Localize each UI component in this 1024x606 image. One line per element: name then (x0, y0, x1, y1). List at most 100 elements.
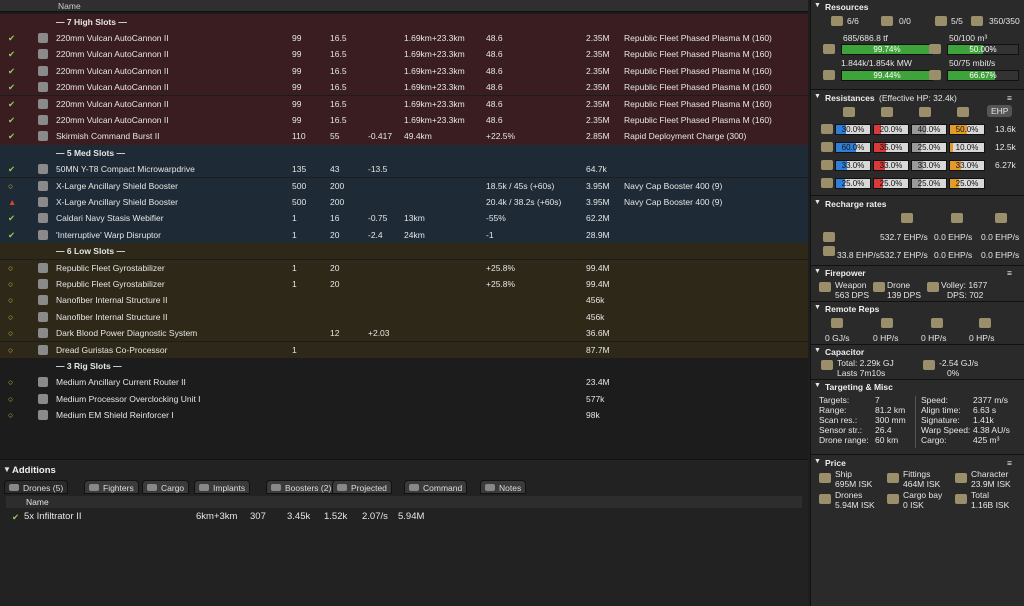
module-row[interactable]: ○ Medium EM Shield Reinforcer I 98k (0, 407, 808, 424)
module-row[interactable]: ○ Nanofiber Internal Structure II 456k (0, 292, 808, 309)
remote-shield: 0 HP/s (873, 333, 899, 343)
thermal-damage-icon (881, 107, 893, 117)
module-row[interactable]: ✔ 220mm Vulcan AutoCannon II 99 16.5 1.69km+… (0, 46, 808, 63)
module-row[interactable]: ▲ X-Large Ancillary Shield Booster 500 200 2… (0, 193, 808, 211)
module-state-icon[interactable]: ○ (8, 377, 13, 387)
module-row[interactable]: ○ Dread Guristas Co-Processor 1 87.7M (0, 341, 808, 358)
module-state-icon[interactable]: ✔ (8, 82, 15, 93)
ehp-toggle-button[interactable]: EHP (987, 105, 1013, 117)
module-state-icon[interactable]: ○ (8, 279, 13, 289)
module-state-icon[interactable]: ○ (8, 345, 13, 355)
resistances-title[interactable]: Resistances (825, 93, 875, 103)
collapse-icon[interactable]: ▼ (814, 199, 821, 206)
collapse-icon[interactable]: ▼ (814, 268, 821, 275)
module-state-icon[interactable]: ✔ (8, 164, 15, 175)
additions-tab[interactable]: Command (404, 480, 468, 494)
module-row[interactable]: ○ X-Large Ancillary Shield Booster 500 200 1… (0, 177, 808, 194)
module-state-icon[interactable]: ✔ (8, 131, 15, 142)
collapse-icon[interactable]: ▼ (814, 382, 821, 389)
passive-icon (823, 232, 835, 242)
active-armor: 0.0 EHP/s (934, 250, 973, 260)
module-row[interactable]: ○ Dark Blood Power Diagnostic System 12 +2.… (0, 325, 808, 342)
collapse-icon[interactable]: ▼ (814, 2, 821, 9)
price-total-label: Total (971, 490, 989, 500)
module-stat: 20 (330, 262, 340, 273)
additions-tab[interactable]: Cargo (142, 480, 190, 494)
capacitor-title[interactable]: Capacitor (825, 347, 864, 357)
module-state-icon[interactable]: ○ (8, 295, 13, 305)
additions-tab[interactable]: Notes (480, 480, 527, 494)
module-row[interactable]: ✔ Caldari Navy Stasis Webifier 1 16 -0.75 13k… (0, 210, 808, 227)
module-row[interactable]: ✔ 220mm Vulcan AutoCannon II 99 16.5 1.69km+… (0, 95, 808, 112)
module-row[interactable]: ○ Republic Fleet Gyrostabilizer 1 20 +25.8% 9… (0, 275, 808, 293)
drone-row[interactable]: ✔ 5x Infiltrator II 6km+3km 307 3.45k 1.… (6, 510, 802, 524)
additions-tab[interactable]: Boosters (2) (266, 480, 337, 494)
cap-delta: -2.54 GJ/s (939, 358, 979, 368)
drone-bw-text: 50/100 m³ (949, 33, 988, 43)
module-row[interactable]: ✔ 220mm Vulcan AutoCannon II 99 16.5 1.69km+… (0, 29, 808, 47)
name-column-header[interactable]: Name (58, 1, 81, 11)
module-row[interactable]: ✔ Skirmish Command Burst II 110 55 -0.417 49.… (0, 128, 808, 145)
module-state-icon[interactable]: ✔ (8, 230, 15, 241)
collapse-icon[interactable]: ▼ (814, 93, 821, 100)
additions-tab[interactable]: Implants (194, 480, 251, 494)
active-check-icon[interactable]: ✔ (12, 512, 19, 523)
module-state-icon[interactable]: ✔ (8, 213, 15, 224)
module-stat: 99 (292, 98, 302, 109)
module-state-icon[interactable]: ▲ (8, 197, 16, 207)
slot-table-header[interactable]: Name (0, 0, 808, 12)
menu-icon[interactable]: ≡ (1007, 458, 1012, 468)
module-row[interactable]: ✔ 220mm Vulcan AutoCannon II 99 16.5 1.69km+… (0, 111, 808, 129)
recharge-title[interactable]: Recharge rates (825, 199, 886, 209)
module-state-icon[interactable]: ✔ (8, 115, 15, 126)
module-row[interactable]: ○ Republic Fleet Gyrostabilizer 1 20 +25.8% 9… (0, 259, 808, 276)
menu-icon[interactable]: ≡ (1007, 93, 1012, 103)
additions-tab[interactable]: Projected (332, 480, 392, 494)
armor-rep-icon (951, 213, 963, 223)
stat-label: Align time: (921, 405, 961, 415)
additions-tab[interactable]: Fighters (84, 480, 139, 494)
price-title[interactable]: Price (825, 458, 846, 468)
module-state-icon[interactable]: ✔ (8, 49, 15, 60)
module-state-icon[interactable]: ○ (8, 181, 13, 191)
collapse-icon[interactable]: ▼ (3, 465, 11, 474)
module-row[interactable]: ✔ 220mm Vulcan AutoCannon II 99 16.5 1.69km+… (0, 79, 808, 96)
module-stat: -2.4 (368, 229, 383, 240)
drone-name-header[interactable]: Name (26, 497, 49, 507)
module-state-icon[interactable]: ○ (8, 394, 13, 404)
module-state-icon[interactable]: ○ (8, 263, 13, 273)
module-stat: 16.5 (330, 114, 347, 125)
module-row[interactable]: ○ Medium Ancillary Current Router II 23.4M (0, 374, 808, 391)
module-state-icon[interactable]: ✔ (8, 99, 15, 110)
module-state-icon[interactable]: ○ (8, 312, 13, 322)
stat-label: Scan res.: (819, 415, 858, 425)
firepower-title[interactable]: Firepower (825, 268, 866, 278)
collapse-icon[interactable]: ▼ (814, 304, 821, 311)
remote-reps-title[interactable]: Remote Reps (825, 304, 879, 314)
stat-label: Warp Speed: (921, 425, 971, 435)
resist-bar: 25.0% (949, 178, 985, 189)
module-row[interactable]: ✔ 50MN Y-T8 Compact Microwarpdrive 135 43 -1… (0, 161, 808, 178)
fitting-panel: Name — 7 High Slots — ✔ 220mm Vulcan AutoC… (0, 0, 808, 606)
module-state-icon[interactable]: ✔ (8, 33, 15, 44)
slot-section-header: — 3 Rig Slots — (0, 357, 808, 375)
module-state-icon[interactable]: ○ (8, 328, 13, 338)
additions-tab[interactable]: Drones (5) (4, 480, 69, 494)
module-row[interactable]: ○ Nanofiber Internal Structure II 456k (0, 308, 808, 326)
collapse-icon[interactable]: ▼ (814, 347, 821, 354)
stat-value: 7 (875, 395, 880, 405)
module-row[interactable]: ○ Medium Processor Overclocking Unit I 577… (0, 390, 808, 408)
module-row[interactable]: ✔ 220mm Vulcan AutoCannon II 99 16.5 1.69km+… (0, 62, 808, 80)
stat-label: Signature: (921, 415, 960, 425)
targeting-title[interactable]: Targeting & Misc (825, 382, 893, 392)
collapse-icon[interactable]: ▼ (814, 458, 821, 465)
module-stat: +25.8% (486, 278, 516, 289)
menu-icon[interactable]: ≡ (1007, 268, 1012, 278)
module-icon (38, 213, 48, 224)
module-stat: 16.5 (330, 49, 347, 60)
module-state-icon[interactable]: ○ (8, 410, 13, 420)
module-stat: +2.03 (368, 328, 390, 339)
module-row[interactable]: ✔ 'Interruptive' Warp Disruptor 1 20 -2.4 24k… (0, 226, 808, 244)
module-state-icon[interactable]: ✔ (8, 66, 15, 77)
resources-title[interactable]: Resources (825, 2, 868, 12)
